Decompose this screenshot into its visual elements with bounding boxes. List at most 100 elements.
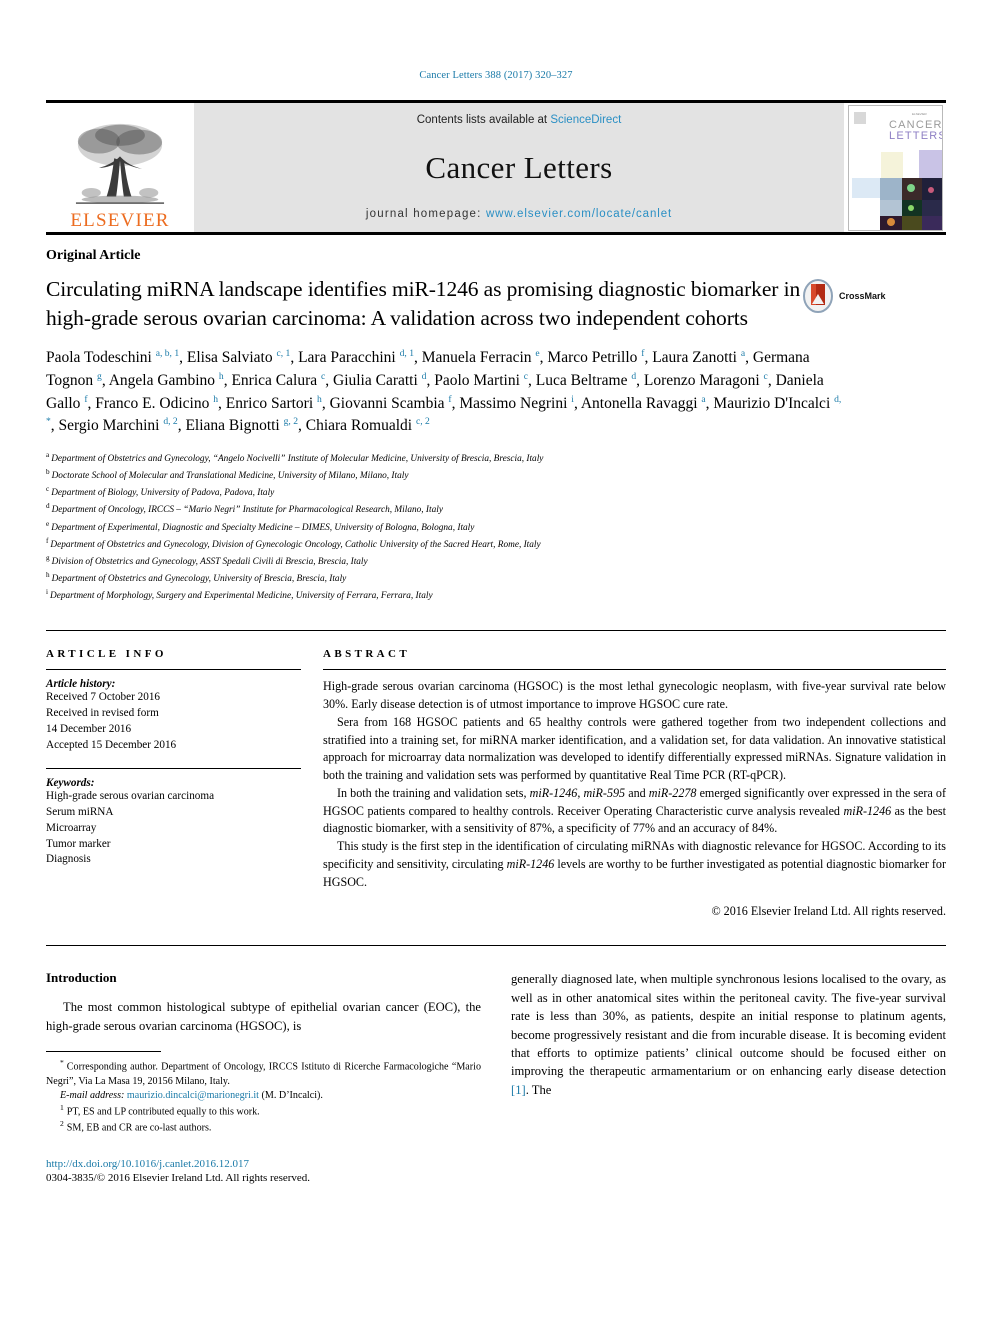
footnote-star-mark: * (60, 1058, 64, 1068)
keyword-item: High-grade serous ovarian carcinoma (46, 789, 215, 802)
email-owner: (M. D’Incalci). (261, 1089, 323, 1101)
author-affiliation-marks: c (763, 371, 768, 383)
body-top-rule (46, 945, 946, 947)
keywords-label: Keywords: (46, 776, 95, 789)
intro-right-text-after: . The (525, 1082, 552, 1097)
author-name: Manuela Ferracin (421, 349, 536, 367)
affiliation-text: Department of Obstetrics and Gynecology,… (51, 454, 544, 465)
page-title: Circulating miRNA landscape identifies m… (46, 277, 801, 331)
keyword-item: Microarray (46, 821, 97, 834)
abstract-heading-text: ABSTRACT (323, 648, 411, 661)
author-affiliation-marks: f (641, 348, 645, 360)
author-affiliation-marks: f (84, 393, 88, 405)
article-info-rule (46, 669, 301, 671)
author-affiliation-marks: a (701, 393, 706, 405)
masthead-bottom-rule (46, 232, 946, 235)
affiliation-item: e Department of Experimental, Diagnostic … (46, 519, 946, 536)
section-heading-introduction: Introduction (46, 970, 117, 986)
affiliation-item: h Department of Obstetrics and Gynecology… (46, 570, 946, 587)
abstract-paragraph: Sera from 168 HGSOC patients and 65 heal… (323, 714, 946, 783)
author-affiliation-marks: c, 2 (415, 416, 430, 428)
author-affiliation-marks: h (218, 371, 224, 383)
running-head: Cancer Letters 388 (2017) 320–327 (419, 70, 573, 81)
footnote-email: E-mail address: maurizio.dincalci@marion… (46, 1089, 481, 1103)
author-name: Giovanni Scambia (329, 394, 449, 412)
footnote-corresponding-text: Corresponding author. Department of Onco… (46, 1061, 481, 1087)
author-affiliation-marks: c, 1 (276, 348, 291, 360)
author-affiliation-marks: f (448, 393, 452, 405)
abstract-paragraph: This study is the first step in the iden… (323, 839, 946, 889)
author-name: Maurizio D'Incalci (713, 394, 835, 412)
article-type-label: Original Article (46, 248, 141, 263)
journal-masthead: ELSEVIER Contents lists available at Sci… (46, 100, 946, 232)
affiliation-list: a Department of Obstetrics and Gynecology… (46, 450, 946, 604)
author-name: Enrica Calura (231, 372, 321, 390)
journal-banner: Contents lists available at ScienceDirec… (194, 103, 844, 232)
introduction-paragraph-left: The most common histological subtype of … (46, 1000, 481, 1033)
mirna-name: miR-1246 (843, 803, 892, 818)
mirna-name: miR-2278 (648, 785, 697, 800)
contents-lists-line: Contents lists available at ScienceDirec… (417, 114, 622, 126)
journal-homepage-link[interactable]: www.elsevier.com/locate/canlet (486, 208, 672, 220)
article-history-line: Received 7 October 2016 (46, 691, 161, 704)
footnote-corresponding-author: * Corresponding author. Department of Onc… (46, 1058, 481, 1089)
journal-homepage-line: journal homepage: www.elsevier.com/locat… (366, 208, 672, 220)
crossmark-label: CrossMark (839, 291, 886, 301)
mirna-name: miR-1246 (506, 856, 555, 871)
mirna-name: miR-1246 (529, 785, 578, 800)
intro-right-text-before: generally diagnosed late, when multiple … (511, 972, 946, 1079)
footnote-note-2: 2 SM, EB and CR are co-last authors. (46, 1119, 481, 1135)
issn-copyright-line: 0304-3835/© 2016 Elsevier Ireland Ltd. A… (46, 1171, 311, 1184)
author-affiliation-marks: d (631, 371, 637, 383)
author-name: Luca Beltrame (535, 372, 632, 390)
author-affiliation-marks: i (571, 393, 574, 405)
body-column-left: Introduction The most common histologica… (46, 970, 481, 1184)
affiliation-item: a Department of Obstetrics and Gynecology… (46, 450, 946, 467)
footnote-mark-2: 2 (60, 1119, 64, 1129)
footnote-mark-1: 1 (60, 1102, 64, 1112)
keyword-item: Diagnosis (46, 853, 91, 866)
abstract-rule (323, 669, 946, 671)
author-affiliation-marks: c (523, 371, 529, 383)
author-affiliation-marks: d, 2 (163, 416, 178, 428)
journal-cover-thumbnail: ELSEVIER CANCER LETTERS (847, 104, 943, 231)
introduction-paragraph-right: generally diagnosed late, when multiple … (511, 970, 946, 1099)
author-name: Laura Zanotti (652, 349, 741, 367)
footnote-note-1: 1 PT, ES and LP contributed equally to th… (46, 1103, 481, 1119)
author-name: Eliana Bignotti (185, 417, 284, 435)
affiliation-text: Department of Morphology, Surgery and Ex… (50, 591, 433, 602)
abstract-paragraph: In both the training and validation sets… (323, 785, 947, 836)
author-name: Giulia Caratti (333, 372, 422, 390)
journal-title: Cancer Letters (425, 149, 613, 185)
affiliation-text: Division of Obstetrics and Gynecology, A… (51, 556, 368, 567)
author-list: Paola Todeschini a, b, 1, Elisa Salviato… (46, 348, 842, 435)
author-name: Elisa Salviato (186, 349, 277, 367)
author-name: Paola Todeschini (46, 349, 156, 367)
journal-cover: ELSEVIER CANCER LETTERS (844, 103, 946, 232)
email-link[interactable]: maurizio.dincalci@marionegri.it (127, 1090, 259, 1101)
author-affiliation-marks: h (213, 393, 219, 405)
author-affiliation-marks: c (320, 371, 326, 383)
keyword-item: Serum miRNA (46, 805, 114, 818)
affiliation-text: Department of Experimental, Diagnostic a… (51, 522, 475, 533)
article-history-line: Received in revised form (46, 707, 159, 720)
doi-link[interactable]: http://dx.doi.org/10.1016/j.canlet.2016.… (46, 1158, 481, 1170)
homepage-prefix: journal homepage: (365, 208, 486, 220)
article-page: Cancer Letters 388 (2017) 320–327 ELSEVI… (0, 0, 992, 1323)
reference-link-1[interactable]: [1] (511, 1083, 526, 1097)
author-name: Franco E. Odicino (95, 394, 214, 412)
sciencedirect-link[interactable]: ScienceDirect (550, 114, 621, 126)
author-name: Marco Petrillo (547, 349, 642, 367)
author-affiliation-marks: h (317, 393, 322, 405)
author-name: Sergio Marchini (58, 417, 164, 435)
title-row: Circulating miRNA landscape identifies m… (46, 275, 946, 333)
affiliation-text: Department of Obstetrics and Gynecology,… (50, 539, 541, 550)
article-history-line: 14 December 2016 (46, 723, 132, 736)
affiliation-text: Department of Biology, University of Pad… (51, 488, 275, 499)
affiliation-text: Doctorate School of Molecular and Transl… (51, 471, 409, 482)
article-history-lines: Received 7 October 2016 Received in revis… (46, 690, 301, 754)
affiliation-item: g Division of Obstetrics and Gynecology, … (46, 553, 946, 570)
crossmark-badge[interactable]: CrossMark (801, 279, 897, 313)
svg-text:LETTERS: LETTERS (889, 130, 942, 142)
